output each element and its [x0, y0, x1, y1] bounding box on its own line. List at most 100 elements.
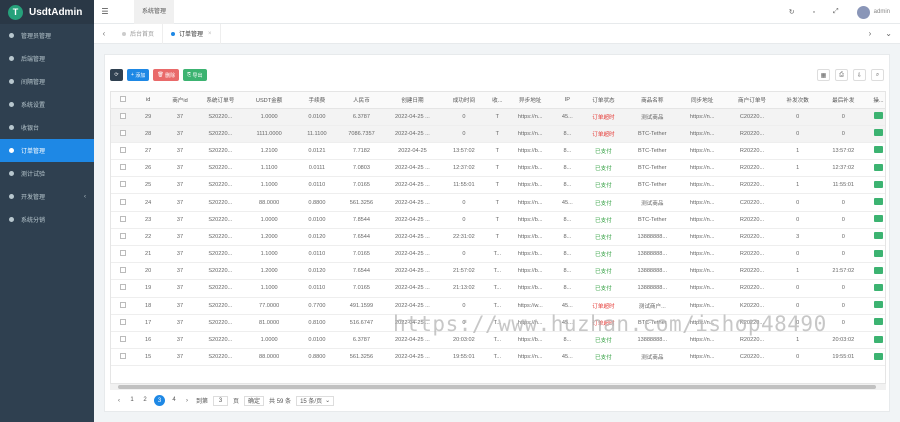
table-row[interactable]: 21 37 S20220... 1.1000 0.0110 7.0165 2022-04-2…: [111, 245, 885, 264]
tab-close-icon[interactable]: ×: [208, 31, 212, 37]
row-select-cell[interactable]: [111, 211, 135, 229]
refresh-icon[interactable]: ↻: [789, 8, 795, 16]
table-row[interactable]: 23 37 S20220... 1.0000 0.0100 7.8544 2022-04-2…: [111, 211, 885, 229]
edit-button[interactable]: [873, 352, 883, 360]
row-checkbox[interactable]: [119, 301, 126, 308]
column-header[interactable]: 补发次数: [778, 92, 817, 109]
page-tab[interactable]: 订单管理 ×: [163, 23, 221, 44]
column-header[interactable]: 成功时间: [440, 92, 488, 109]
row-select-cell[interactable]: [111, 262, 135, 281]
column-header[interactable]: 最后补发: [816, 92, 870, 109]
tab-scroll-left-icon[interactable]: ‹: [94, 29, 114, 38]
sidebar-item[interactable]: 后端管理: [0, 47, 94, 70]
menu-toggle-icon[interactable]: ☰: [94, 7, 116, 16]
refresh-button[interactable]: ⟳: [110, 69, 123, 81]
tab-scroll-right-icon[interactable]: ›: [869, 29, 872, 38]
column-header[interactable]: USDT金额: [242, 92, 296, 109]
edit-button[interactable]: [873, 112, 883, 120]
columns-icon[interactable]: ▦: [817, 69, 830, 81]
page-size-select[interactable]: 15 条/页 ⌄: [296, 395, 335, 406]
row-checkbox[interactable]: [119, 164, 126, 171]
edit-button[interactable]: [873, 335, 883, 343]
row-select-cell[interactable]: [111, 297, 135, 315]
add-button[interactable]: + 添加: [127, 69, 150, 81]
sidebar-item[interactable]: 系统分销: [0, 208, 94, 231]
select-all-header[interactable]: [111, 92, 135, 109]
row-checkbox[interactable]: [119, 353, 126, 360]
row-checkbox[interactable]: [119, 129, 126, 136]
column-header[interactable]: 订单状态: [581, 92, 626, 109]
row-select-cell[interactable]: [111, 193, 135, 212]
table-row[interactable]: 28 37 S20220... 1111.0000 11.1100 7086.7357 20…: [111, 125, 885, 143]
sidebar-item[interactable]: 间隔管理: [0, 70, 94, 93]
delete-button[interactable]: 🗑 删除: [153, 69, 180, 81]
column-header[interactable]: 商户订单号: [725, 92, 779, 109]
logo[interactable]: T UsdtAdmin: [0, 0, 94, 24]
row-select-cell[interactable]: [111, 159, 135, 178]
row-checkbox[interactable]: [119, 146, 126, 153]
export-button[interactable]: ⎘ 导出: [183, 69, 207, 81]
row-checkbox[interactable]: [119, 267, 126, 274]
sidebar-item[interactable]: 系统设置: [0, 93, 94, 116]
row-checkbox[interactable]: [119, 181, 126, 188]
table-row[interactable]: 27 37 S20220... 1.2100 0.0121 7.7182 2022-04-2…: [111, 142, 885, 161]
row-select-cell[interactable]: [111, 125, 135, 143]
row-checkbox[interactable]: [119, 336, 126, 343]
edit-button[interactable]: [873, 249, 883, 257]
row-checkbox[interactable]: [119, 250, 126, 257]
row-checkbox[interactable]: [119, 284, 126, 291]
edit-button[interactable]: [873, 266, 883, 274]
row-select-cell[interactable]: [111, 279, 135, 298]
column-header[interactable]: 手续费: [295, 92, 339, 109]
export-icon[interactable]: ⇩: [853, 69, 866, 81]
edit-button[interactable]: [873, 301, 883, 309]
row-checkbox[interactable]: [119, 215, 126, 222]
page-tab[interactable]: 后台首页: [114, 23, 164, 44]
row-select-cell[interactable]: [111, 176, 135, 195]
page-number[interactable]: 4: [170, 395, 178, 405]
column-header[interactable]: 操...: [869, 92, 885, 109]
sidebar-item[interactable]: 收银台: [0, 116, 94, 139]
prev-page-icon[interactable]: ‹: [115, 396, 123, 406]
row-select-cell[interactable]: [111, 245, 135, 264]
edit-button[interactable]: [873, 318, 883, 326]
goto-confirm-button[interactable]: 确定: [244, 395, 265, 406]
goto-page-input[interactable]: 3: [213, 395, 229, 406]
sidebar-item[interactable]: 管理员管理: [0, 24, 94, 47]
user-menu[interactable]: admin: [856, 5, 890, 19]
edit-button[interactable]: [873, 180, 883, 188]
table-row[interactable]: 22 37 S20220... 1.2000 0.0120 7.6544 2022-04-2…: [111, 228, 885, 247]
column-header[interactable]: IP: [553, 92, 582, 109]
table-row[interactable]: 25 37 S20220... 1.1000 0.0110 7.0165 2022-04-2…: [111, 176, 885, 195]
sidebar-item[interactable]: 测计试验: [0, 162, 94, 185]
table-row[interactable]: 16 37 S20220... 1.0000 0.0100 6.3787 2022-04-2…: [111, 331, 885, 350]
row-select-cell[interactable]: [111, 331, 135, 350]
scrollbar-thumb[interactable]: [118, 385, 876, 389]
column-header[interactable]: 商品名称: [625, 92, 679, 109]
horizontal-scrollbar[interactable]: [110, 384, 886, 390]
tab-options-chevron-down-icon[interactable]: ⌄: [885, 29, 892, 38]
row-checkbox[interactable]: [119, 318, 126, 325]
sidebar-item[interactable]: 订单管理: [0, 139, 94, 162]
page-number[interactable]: 1: [128, 395, 136, 405]
column-header[interactable]: 同步地址: [678, 92, 726, 109]
column-header[interactable]: 人民币: [338, 92, 385, 109]
select-all-checkbox[interactable]: [119, 95, 126, 102]
edit-button[interactable]: [873, 146, 883, 154]
row-select-cell[interactable]: [111, 314, 135, 332]
row-select-cell[interactable]: [111, 348, 135, 367]
page-number[interactable]: 2: [141, 395, 149, 405]
table-row[interactable]: 24 37 S20220... 88.0000 0.8800 561.3256 2022-0…: [111, 193, 885, 212]
table-row[interactable]: 20 37 S20220... 1.2000 0.0120 7.6544 2022-04-2…: [111, 262, 885, 281]
column-header[interactable]: 收...: [487, 92, 507, 109]
column-header[interactable]: 商户id: [161, 92, 199, 109]
column-header[interactable]: id: [134, 92, 162, 109]
page-number[interactable]: 3: [154, 395, 165, 406]
edit-button[interactable]: [873, 283, 883, 291]
row-checkbox[interactable]: [119, 112, 126, 119]
table-row[interactable]: 18 37 S20220... 77.0000 0.7700 491.1599 2022-0…: [111, 297, 885, 315]
print-icon[interactable]: ⎙: [835, 69, 848, 81]
row-select-cell[interactable]: [111, 228, 135, 247]
header-module-label[interactable]: 系统管理: [134, 0, 175, 24]
row-checkbox[interactable]: [119, 232, 126, 239]
